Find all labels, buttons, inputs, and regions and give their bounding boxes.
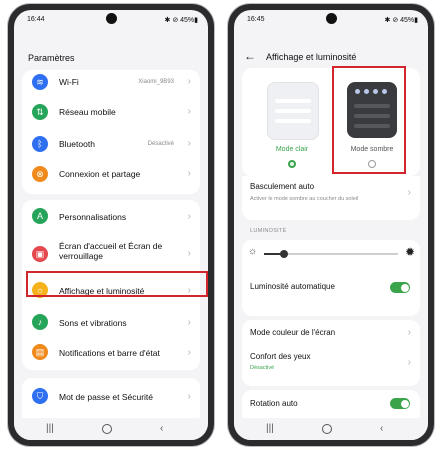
brush-icon: A	[32, 208, 48, 224]
chevron-right-icon: ›	[407, 187, 411, 198]
auto-switch-row[interactable]: Basculement auto Activer le mode sombre …	[242, 176, 420, 220]
back-icon[interactable]: ‹	[160, 424, 163, 434]
eye-comfort-label: Confort des yeux	[250, 352, 311, 361]
settings-item-label: Bluetooth	[59, 139, 95, 149]
brightness-slider-thumb[interactable]	[280, 250, 289, 258]
screen-options-card: Mode couleur de l'écran › Confort des ye…	[242, 320, 420, 386]
signal-icon: ⇅	[32, 104, 48, 120]
phone-right: 16:45 ✱ ⊘ 45%▮ ← Affichage et luminosité…	[228, 4, 434, 446]
notification-icon: ▤	[32, 344, 48, 360]
settings-item-home-lock-screen[interactable]: ▣ Écran d'accueil et Écran de verrouilla…	[22, 234, 200, 274]
share-icon: ⊗	[32, 166, 48, 182]
color-mode-row[interactable]: Mode couleur de l'écran ›	[242, 320, 420, 344]
status-time: 16:45	[247, 16, 265, 23]
light-mode-radio[interactable]	[288, 160, 296, 168]
navigation-bar: ||| ‹	[234, 418, 428, 440]
settings-item-connection-sharing[interactable]: ⊗ Connexion et partage ›	[22, 160, 200, 188]
chevron-right-icon: ›	[187, 347, 191, 358]
status-time: 16:44	[27, 16, 45, 23]
settings-item-label: Mot de passe et Sécurité	[59, 392, 154, 402]
chevron-right-icon: ›	[187, 168, 191, 179]
image-icon: ▣	[32, 246, 48, 262]
auto-switch-label: Basculement auto	[250, 182, 315, 191]
settings-item-label: Sons et vibrations	[59, 318, 127, 328]
auto-brightness-label: Luminosité automatique	[250, 282, 335, 291]
status-icons: ✱ ⊘ 45%▮	[384, 17, 418, 24]
eye-comfort-status: Désactivé	[250, 365, 275, 371]
chevron-right-icon: ›	[187, 106, 191, 117]
shield-icon: ⛉	[32, 388, 48, 404]
vibrate-icon: ♪	[32, 314, 48, 330]
recents-icon[interactable]: |||	[266, 424, 274, 434]
status-bar: 16:45 ✱ ⊘ 45%▮	[234, 10, 428, 28]
chevron-right-icon: ›	[187, 211, 191, 222]
settings-item-wifi[interactable]: ≋ Wi-Fi Xiaomi_9B93 ›	[22, 70, 200, 96]
settings-item-value: Xiaomi_9B93	[138, 79, 174, 85]
connectivity-card: ≋ Wi-Fi Xiaomi_9B93 › ⇅ Réseau mobile › …	[22, 70, 200, 194]
back-arrow-icon[interactable]: ←	[244, 49, 256, 63]
color-mode-label: Mode couleur de l'écran	[250, 328, 336, 337]
auto-switch-subtitle: Activer le mode sombre au coucher du sol…	[250, 196, 359, 202]
settings-item-label: Connexion et partage	[59, 169, 141, 179]
display-settings-screen: 16:45 ✱ ⊘ 45%▮ ← Affichage et luminosité…	[234, 10, 428, 440]
phone-left: 16:44 ✱ ⊘ 45%▮ Paramètres ≋ Wi-Fi Xiaomi…	[8, 4, 214, 446]
home-icon[interactable]	[102, 424, 112, 434]
auto-rotate-toggle[interactable]	[390, 398, 410, 409]
recents-icon[interactable]: |||	[46, 424, 54, 434]
status-icons: ✱ ⊘ 45%▮	[164, 17, 198, 24]
auto-rotate-label: Rotation auto	[250, 399, 298, 408]
settings-item-label: Personnalisations	[59, 212, 127, 222]
brightness-card: ☼ ✹ Luminosité automatique	[242, 240, 420, 316]
light-mode-preview	[267, 82, 319, 140]
chevron-right-icon: ›	[187, 391, 191, 402]
brightness-low-icon: ☼	[248, 246, 258, 257]
chevron-right-icon: ›	[407, 357, 411, 368]
brightness-high-icon: ✹	[404, 245, 415, 259]
settings-item-value: Désactivé	[147, 141, 174, 147]
front-camera	[106, 13, 117, 24]
wifi-icon: ≋	[32, 74, 48, 90]
chevron-right-icon: ›	[187, 248, 191, 259]
settings-item-label: Wi-Fi	[59, 77, 79, 87]
settings-item-password-security[interactable]: ⛉ Mot de passe et Sécurité ›	[22, 382, 200, 410]
settings-item-label: Notifications et barre d'état	[59, 348, 160, 358]
light-mode-label: Mode clair	[275, 146, 309, 153]
page-title: Paramètres	[28, 53, 75, 63]
settings-item-notifications[interactable]: ▤ Notifications et barre d'état ›	[22, 338, 200, 366]
page-title: Affichage et luminosité	[266, 52, 357, 62]
back-icon[interactable]: ‹	[380, 424, 383, 434]
chevron-right-icon: ›	[187, 76, 191, 87]
chevron-right-icon: ›	[187, 138, 191, 149]
navigation-bar: ||| ‹	[14, 418, 208, 440]
section-heading-brightness: LUMINOSITÉ	[250, 228, 287, 234]
home-icon[interactable]	[322, 424, 332, 434]
front-camera	[326, 13, 337, 24]
settings-item-mobile-network[interactable]: ⇅ Réseau mobile ›	[22, 98, 200, 126]
chevron-right-icon: ›	[407, 327, 411, 338]
settings-screen: 16:44 ✱ ⊘ 45%▮ Paramètres ≋ Wi-Fi Xiaomi…	[14, 10, 208, 440]
highlight-box	[332, 66, 406, 174]
settings-item-sounds[interactable]: ♪ Sons et vibrations ›	[22, 308, 200, 336]
bluetooth-icon: ᛒ	[32, 136, 48, 152]
settings-item-personalisation[interactable]: A Personnalisations ›	[22, 202, 200, 230]
settings-item-label: Écran d'accueil et Écran de verrouillage	[59, 241, 163, 261]
settings-item-bluetooth[interactable]: ᛒ Bluetooth Désactivé ›	[22, 130, 200, 158]
status-bar: 16:44 ✱ ⊘ 45%▮	[14, 10, 208, 28]
chevron-right-icon: ›	[187, 317, 191, 328]
highlight-box	[26, 271, 208, 297]
settings-item-label: Réseau mobile	[59, 107, 116, 117]
auto-brightness-toggle[interactable]	[390, 282, 410, 293]
brightness-slider-track[interactable]	[264, 250, 398, 258]
light-mode-option[interactable]: Mode clair	[262, 82, 322, 172]
eye-comfort-row[interactable]: Confort des yeux Désactivé ›	[242, 348, 420, 382]
